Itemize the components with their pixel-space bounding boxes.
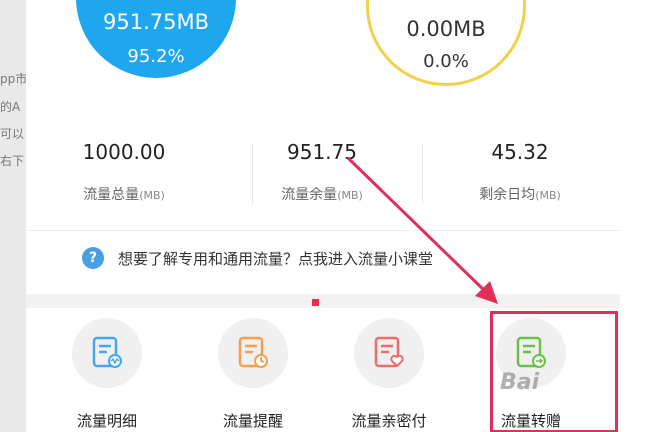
annotation-arrow: [346, 156, 498, 304]
traffic-screen: 951.75MB 95.2% 0.00MB 0.0% 1000.00 流量总量(…: [26, 0, 620, 432]
